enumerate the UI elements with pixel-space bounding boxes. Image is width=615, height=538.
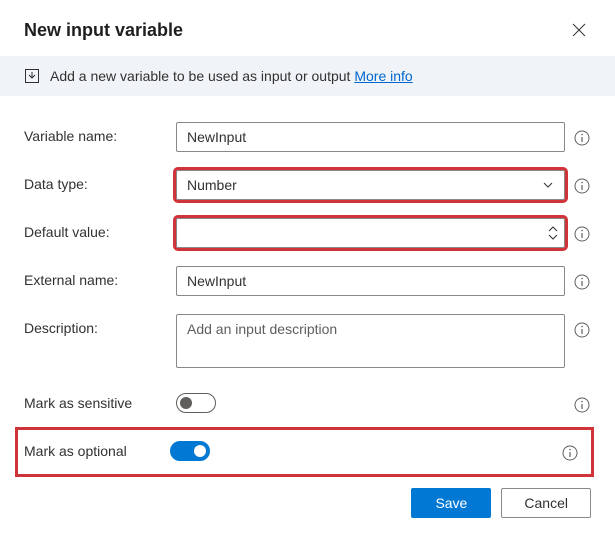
dialog-header: New input variable (24, 0, 591, 56)
description-textarea[interactable] (176, 314, 565, 368)
toggle-knob (180, 397, 192, 409)
mark-optional-toggle[interactable] (170, 441, 210, 461)
close-icon (572, 23, 586, 37)
default-value-row: Default value: (24, 218, 591, 248)
description-label: Description: (24, 314, 168, 336)
info-icon[interactable] (573, 129, 591, 147)
dialog-title: New input variable (24, 20, 183, 41)
mark-sensitive-label: Mark as sensitive (24, 389, 168, 411)
default-value-label: Default value: (24, 218, 168, 240)
banner-text: Add a new variable to be used as input o… (50, 68, 413, 84)
mark-sensitive-row: Mark as sensitive (24, 389, 591, 416)
toggle-knob (194, 445, 206, 457)
more-info-link[interactable]: More info (354, 68, 412, 84)
default-value-input[interactable] (176, 218, 565, 248)
mark-optional-row: Mark as optional (18, 430, 591, 474)
spinner-down-button[interactable] (546, 233, 560, 241)
save-button[interactable]: Save (411, 488, 491, 518)
dialog-footer: Save Cancel (411, 488, 591, 518)
mark-sensitive-toggle[interactable] (176, 393, 216, 413)
download-variable-icon (24, 68, 40, 84)
info-banner: Add a new variable to be used as input o… (0, 56, 615, 96)
external-name-input[interactable] (176, 266, 565, 296)
info-icon[interactable] (573, 225, 591, 243)
data-type-row: Data type: Number (24, 170, 591, 200)
variable-name-label: Variable name: (24, 122, 168, 144)
spinner-up-button[interactable] (546, 225, 560, 233)
variable-name-input[interactable] (176, 122, 565, 152)
data-type-value: Number (187, 177, 237, 193)
spinner-buttons (546, 225, 560, 241)
close-button[interactable] (567, 18, 591, 42)
info-icon[interactable] (573, 396, 591, 414)
chevron-down-icon (542, 179, 554, 191)
variable-name-row: Variable name: (24, 122, 591, 152)
mark-optional-label: Mark as optional (18, 437, 162, 459)
data-type-label: Data type: (24, 170, 168, 192)
description-row: Description: (24, 314, 591, 371)
external-name-row: External name: (24, 266, 591, 296)
data-type-select[interactable]: Number (176, 170, 565, 200)
info-icon[interactable] (573, 273, 591, 291)
info-icon[interactable] (561, 444, 579, 462)
info-icon[interactable] (573, 177, 591, 195)
cancel-button[interactable]: Cancel (501, 488, 591, 518)
info-icon[interactable] (573, 321, 591, 339)
external-name-label: External name: (24, 266, 168, 288)
new-input-variable-dialog: New input variable Add a new variable to… (0, 0, 615, 538)
